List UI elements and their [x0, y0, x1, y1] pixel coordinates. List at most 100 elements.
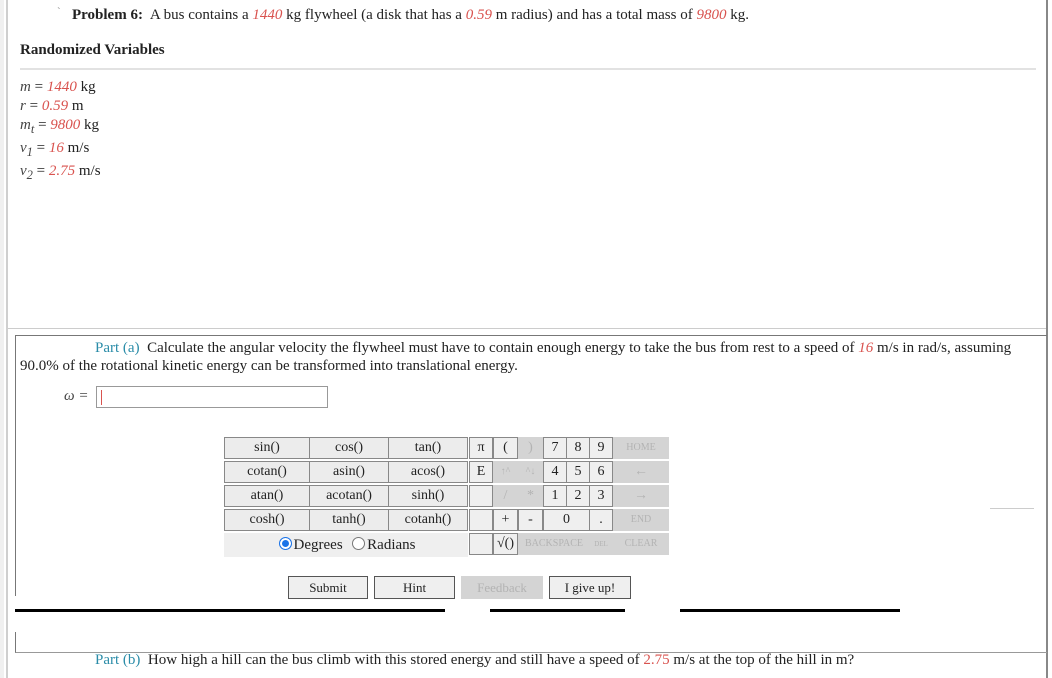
- window-edge: [0, 0, 4, 678]
- degrees-radio[interactable]: [278, 537, 292, 550]
- pi-key[interactable]: π: [469, 437, 493, 459]
- var-symbol: m: [20, 117, 31, 133]
- collapse-icon[interactable]: ˋ: [57, 6, 61, 18]
- text-cursor: [101, 390, 102, 405]
- divider: [8, 328, 1046, 329]
- question-text: Calculate the angular velocity the flywh…: [147, 340, 859, 356]
- up-key[interactable]: ↑^: [493, 461, 518, 483]
- var-eq: =: [32, 140, 49, 156]
- digit-0-key[interactable]: 0: [543, 509, 590, 531]
- submit-button[interactable]: Submit: [288, 576, 368, 599]
- blank-key: [469, 533, 493, 555]
- acotan-button[interactable]: acotan(): [309, 485, 389, 507]
- digit-9-key[interactable]: 9: [589, 437, 613, 459]
- end-key[interactable]: END: [613, 509, 669, 531]
- right-paren-key[interactable]: ): [518, 437, 543, 459]
- cotan-button[interactable]: cotan(): [224, 461, 310, 483]
- variable-v1: v1 = 16 m/s: [20, 139, 101, 162]
- left-paren-key[interactable]: (: [493, 437, 518, 459]
- var-value: 9800: [50, 117, 81, 133]
- variable-m: m = 1440 kg: [20, 78, 101, 97]
- tanh-button[interactable]: tanh(): [309, 509, 389, 531]
- sin-button[interactable]: sin(): [224, 437, 310, 459]
- decimal-key[interactable]: .: [589, 509, 613, 531]
- problem-text: A bus contains a: [149, 7, 253, 23]
- e-key[interactable]: E: [469, 461, 493, 483]
- var-symbol: v: [20, 163, 27, 179]
- part-a-question: Part (a) Calculate the angular velocity …: [20, 339, 1030, 375]
- digit-8-key[interactable]: 8: [566, 437, 590, 459]
- asin-button[interactable]: asin(): [309, 461, 389, 483]
- right-arrow-key[interactable]: →: [613, 485, 669, 507]
- rand-v1: 16: [858, 340, 874, 356]
- var-symbol: m: [20, 79, 31, 95]
- radians-radio[interactable]: [352, 537, 366, 550]
- question-text: m/s at the top of the hill in m?: [669, 652, 855, 668]
- var-value: 16: [48, 140, 64, 156]
- part-b-panel: [15, 632, 1047, 653]
- down-key[interactable]: ^↓: [518, 461, 543, 483]
- digit-3-key[interactable]: 3: [589, 485, 613, 507]
- cosh-button[interactable]: cosh(): [224, 509, 310, 531]
- var-value: 2.75: [48, 163, 76, 179]
- digit-5-key[interactable]: 5: [566, 461, 590, 483]
- divider: [15, 609, 445, 612]
- question-text: How high a hill can the bus climb with t…: [147, 652, 644, 668]
- answer-label: ω =: [64, 388, 89, 404]
- variable-v2: v2 = 2.75 m/s: [20, 162, 101, 185]
- problem-text: m radius) and has a total mass of: [491, 7, 697, 23]
- cotanh-button[interactable]: cotanh(): [388, 509, 468, 531]
- left-arrow-key[interactable]: ←: [613, 461, 669, 483]
- digit-4-key[interactable]: 4: [543, 461, 567, 483]
- window-border-left: [6, 0, 8, 678]
- atan-button[interactable]: atan(): [224, 485, 310, 507]
- hint-button[interactable]: Hint: [374, 576, 455, 599]
- var-eq: =: [25, 98, 42, 114]
- answer-input[interactable]: [96, 386, 328, 408]
- multiply-key[interactable]: *: [518, 485, 543, 507]
- divider: [680, 609, 900, 612]
- degrees-label: Degrees: [293, 537, 343, 553]
- part-a-label: Part (a): [95, 340, 140, 356]
- var-unit: kg: [76, 79, 96, 95]
- rand-v2: 2.75: [643, 652, 670, 668]
- rand-radius: 0.59: [465, 7, 492, 23]
- tan-button[interactable]: tan(): [388, 437, 468, 459]
- sinh-button[interactable]: sinh(): [388, 485, 468, 507]
- sqrt-key[interactable]: √(): [493, 533, 518, 555]
- acos-button[interactable]: acos(): [388, 461, 468, 483]
- var-symbol: v: [20, 140, 27, 156]
- var-unit: kg: [80, 117, 100, 133]
- give-up-button[interactable]: I give up!: [549, 576, 631, 599]
- clear-key[interactable]: CLEAR: [613, 533, 669, 555]
- digit-6-key[interactable]: 6: [589, 461, 613, 483]
- var-value: 1440: [46, 79, 77, 95]
- radians-label: Radians: [367, 537, 416, 553]
- plus-key[interactable]: +: [493, 509, 518, 531]
- variable-r: r = 0.59 m: [20, 97, 101, 116]
- divider: [490, 609, 625, 612]
- rand-mass: 1440: [252, 7, 283, 23]
- home-key[interactable]: HOME: [613, 437, 669, 459]
- digit-2-key[interactable]: 2: [566, 485, 590, 507]
- problem-text: kg flywheel (a disk that has a: [282, 7, 466, 23]
- var-unit: m: [68, 98, 84, 114]
- minus-key[interactable]: -: [518, 509, 543, 531]
- randomized-variables-title: Randomized Variables: [20, 42, 165, 58]
- var-eq: =: [32, 163, 49, 179]
- backspace-key[interactable]: BACKSPACE: [518, 533, 590, 555]
- angle-mode: Degrees Radians: [224, 533, 468, 557]
- var-value: 0.59: [41, 98, 69, 114]
- digit-1-key[interactable]: 1: [543, 485, 567, 507]
- cos-button[interactable]: cos(): [309, 437, 389, 459]
- digit-7-key[interactable]: 7: [543, 437, 567, 459]
- rand-total-mass: 9800: [696, 7, 727, 23]
- divide-key[interactable]: /: [493, 485, 518, 507]
- var-eq: =: [30, 79, 47, 95]
- delete-key[interactable]: DEL: [589, 533, 613, 555]
- variables-list: m = 1440 kg r = 0.59 m mt = 9800 kg v1 =…: [20, 78, 101, 185]
- divider: [990, 508, 1034, 509]
- feedback-button[interactable]: Feedback: [461, 576, 543, 599]
- var-unit: m/s: [63, 140, 90, 156]
- problem-statement: Problem 6: A bus contains a 1440 kg flyw…: [72, 7, 749, 24]
